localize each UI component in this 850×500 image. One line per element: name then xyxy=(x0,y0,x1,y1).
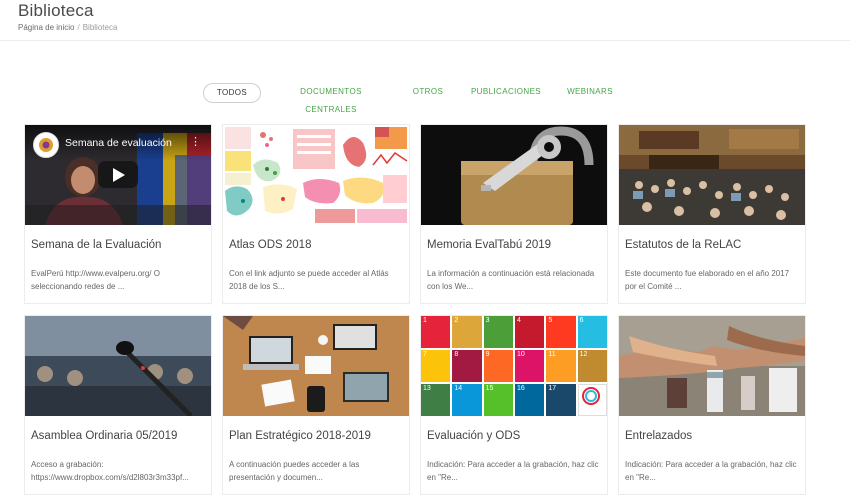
card-image-sdg[interactable]: 1 2 3 4 5 6 7 8 9 10 11 12 13 14 15 16 17 xyxy=(421,316,607,416)
sdg-tile-1: 1 xyxy=(421,316,451,348)
sdg-tile-logo xyxy=(577,384,607,416)
filter-tab-otros[interactable]: OTROS xyxy=(406,83,450,101)
card-title[interactable]: Memoria EvalTabú 2019 xyxy=(427,239,551,251)
card-description: Indicación: Para acceder a la grabación,… xyxy=(427,460,599,482)
card-image-hands[interactable] xyxy=(619,316,805,416)
filter-tabs: TODOS DOCUMENTOS CENTRALES OTROS PUBLICA… xyxy=(0,83,850,114)
card-semana-evaluacion[interactable]: Semana de evaluación ⋮ Semana de la Eval… xyxy=(24,124,212,304)
page-header: Biblioteca Página de inicio / Biblioteca xyxy=(0,0,850,41)
desk-laptops-image xyxy=(223,316,409,416)
sdg-tile-8: 8 xyxy=(452,350,482,382)
assembly-hall-image xyxy=(619,125,805,225)
sdg-tile-17: 17 xyxy=(546,384,576,416)
sdg-tile-9: 9 xyxy=(483,350,513,382)
sdg-tile-15: 15 xyxy=(483,384,513,416)
sdg-tile-2: 2 xyxy=(452,316,482,348)
breadcrumb-current: Biblioteca xyxy=(82,23,118,32)
filter-tab-publicaciones[interactable]: PUBLICACIONES xyxy=(470,83,542,101)
card-image-microphone[interactable] xyxy=(25,316,211,416)
sdg-tile-11: 11 xyxy=(546,350,576,382)
sdg-tile-13: 13 xyxy=(421,384,451,416)
sdg-tile-6: 6 xyxy=(577,316,607,348)
card-atlas-ods[interactable]: Atlas ODS 2018 Con el link adjunto se pu… xyxy=(222,124,410,304)
card-image-desk[interactable] xyxy=(223,316,409,416)
card-evaluacion-ods[interactable]: 1 2 3 4 5 6 7 8 9 10 11 12 13 14 15 16 17 Evaluación y O… xyxy=(420,315,608,495)
card-description: Este documento fue elaborado en el año 2… xyxy=(625,269,790,291)
sdg-wheel-icon xyxy=(581,387,600,405)
sdg-tile-5: 5 xyxy=(546,316,576,348)
filter-tab-todos[interactable]: TODOS xyxy=(203,83,261,103)
card-description: La información a continuación está relac… xyxy=(427,269,595,291)
card-title[interactable]: Atlas ODS 2018 xyxy=(229,239,311,251)
card-description: Acceso a grabación: https://www.dropbox.… xyxy=(31,460,189,482)
more-options-icon[interactable]: ⋮ xyxy=(190,135,201,148)
breadcrumb-separator: / xyxy=(77,23,80,32)
video-thumbnail[interactable]: Semana de evaluación ⋮ xyxy=(25,125,211,225)
play-button-icon[interactable] xyxy=(98,161,138,188)
filter-tab-documentos-centrales[interactable]: DOCUMENTOS CENTRALES xyxy=(275,83,387,114)
card-estatutos-relac[interactable]: Estatutos de la ReLAC Este documento fue… xyxy=(618,124,806,304)
card-memoria-evaltabu[interactable]: Memoria EvalTabú 2019 La información a c… xyxy=(420,124,608,304)
microphone-conference-image xyxy=(25,316,211,416)
sdg-tile-7: 7 xyxy=(421,350,451,382)
card-description: Con el link adjunto se puede acceder al … xyxy=(229,269,389,291)
card-title[interactable]: Entrelazados xyxy=(625,430,692,442)
card-title[interactable]: Plan Estratégico 2018-2019 xyxy=(229,430,371,442)
card-image-padlock[interactable] xyxy=(421,125,607,225)
padlock-key-image xyxy=(421,125,607,225)
page-title: Biblioteca xyxy=(18,1,94,20)
channel-avatar[interactable] xyxy=(33,132,59,158)
card-description: A continuación puedes acceder a las pres… xyxy=(229,460,360,482)
filter-tab-webinars[interactable]: WEBINARS xyxy=(562,83,618,101)
card-asamblea-ordinaria[interactable]: Asamblea Ordinaria 05/2019 Acceso a grab… xyxy=(24,315,212,495)
card-title[interactable]: Semana de la Evaluación xyxy=(31,239,161,251)
card-image-assembly[interactable] xyxy=(619,125,805,225)
sdg-tile-16: 16 xyxy=(515,384,545,416)
sdg-tile-10: 10 xyxy=(515,350,545,382)
card-title[interactable]: Asamblea Ordinaria 05/2019 xyxy=(31,430,177,442)
card-image-atlas[interactable] xyxy=(223,125,409,225)
card-description: EvalPerú http://www.evalperu.org/ O sele… xyxy=(31,269,160,291)
sdg-tile-12: 12 xyxy=(577,350,607,382)
sdg-icons-grid: 1 2 3 4 5 6 7 8 9 10 11 12 13 14 15 16 17 xyxy=(421,316,607,416)
sdg-tile-3: 3 xyxy=(483,316,513,348)
card-entrelazados[interactable]: Entrelazados Indicación: Para acceder a … xyxy=(618,315,806,495)
sdg-tile-14: 14 xyxy=(452,384,482,416)
sdg-tile-4: 4 xyxy=(515,316,545,348)
card-description: Indicación: Para acceder a la grabación,… xyxy=(625,460,797,482)
breadcrumb: Página de inicio / Biblioteca xyxy=(18,23,117,32)
joined-hands-image xyxy=(619,316,805,416)
card-title[interactable]: Estatutos de la ReLAC xyxy=(625,239,741,251)
maps-collage-image xyxy=(223,125,409,225)
video-title[interactable]: Semana de evaluación xyxy=(65,137,172,149)
card-title[interactable]: Evaluación y ODS xyxy=(427,430,520,442)
breadcrumb-home-link[interactable]: Página de inicio xyxy=(18,23,74,32)
card-plan-estrategico[interactable]: Plan Estratégico 2018-2019 A continuació… xyxy=(222,315,410,495)
